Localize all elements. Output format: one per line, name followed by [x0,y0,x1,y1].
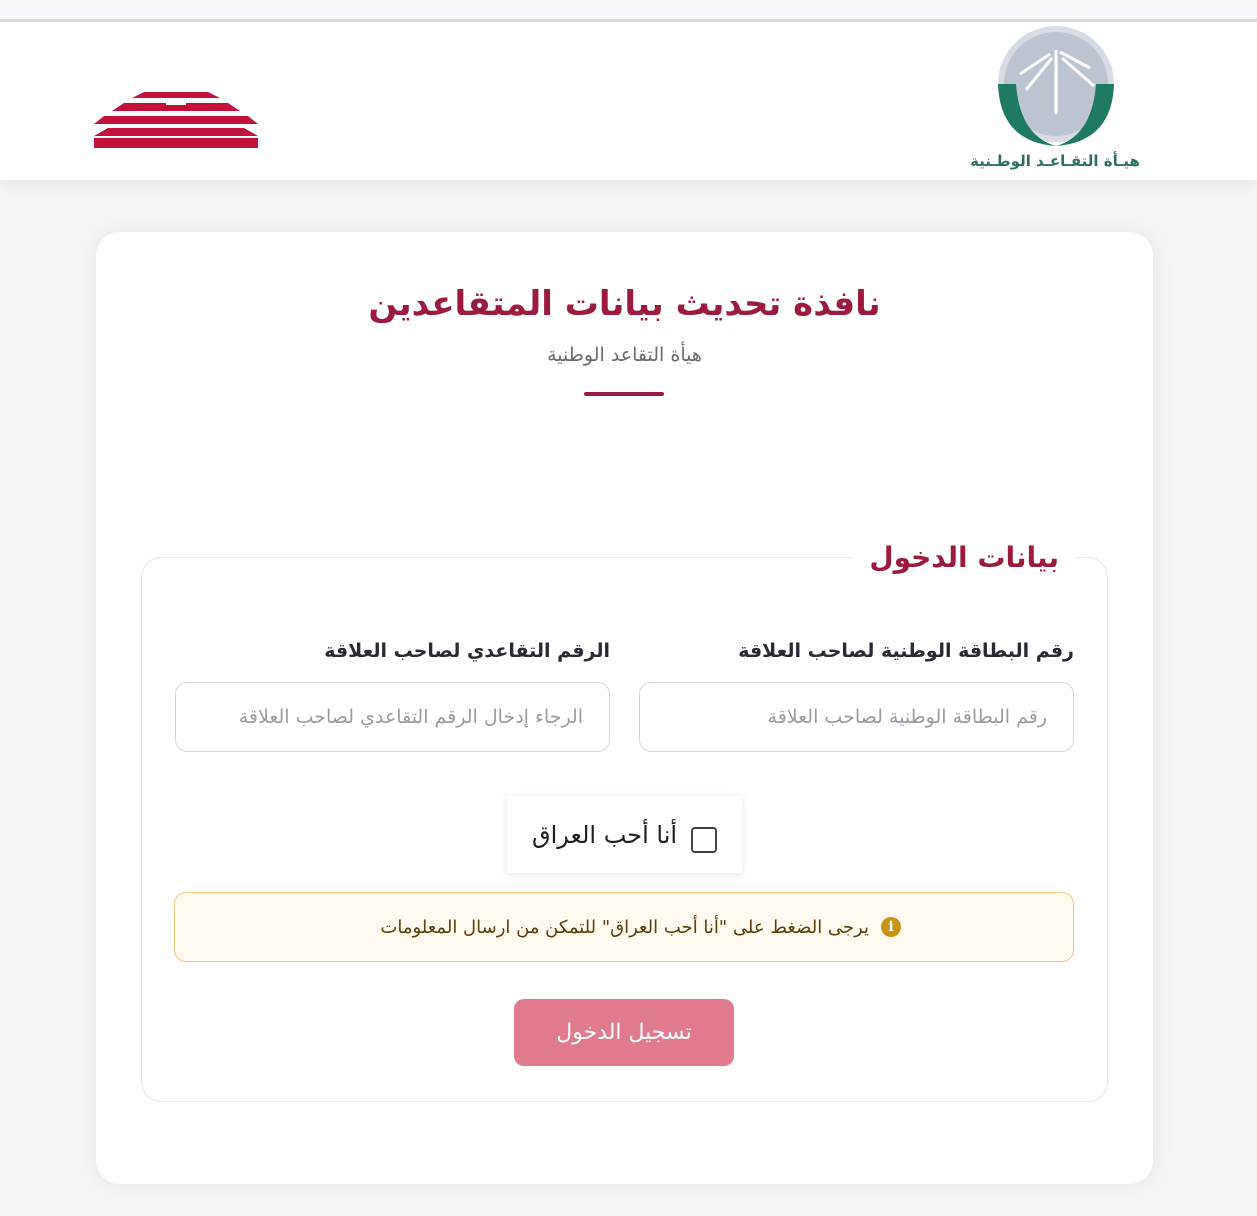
fieldset-legend: بيانات الدخول [851,536,1077,580]
consent-checkbox-container[interactable]: أنا أحب العراق [507,796,742,873]
login-fieldset: بيانات الدخول رقم البطاقة الوطنية لصاحب … [141,536,1108,1102]
info-alert: i يرجى الضغط على "أنا أحب العراق" للتمكن… [174,892,1074,962]
pyramid-logo-icon [94,92,258,154]
info-circle-icon: i [881,917,901,937]
retirement-number-input[interactable] [175,682,610,752]
national-id-label: رقم البطاقة الوطنية لصاحب العلاقة [738,640,1074,662]
alert-text: يرجى الضغط على "أنا أحب العراق" للتمكن م… [380,916,869,938]
logo-caption: هيـأة التقـاعـد الوطـنية [970,152,1140,170]
top-strip [0,0,1257,22]
title-divider [584,392,664,396]
retirement-number-label: الرقم التقاعدي لصاحب العلاقة [324,640,610,662]
site-header: هيـأة التقـاعـد الوطـنية [0,22,1257,180]
login-button[interactable]: تسجيل الدخول [514,999,734,1066]
national-id-input[interactable] [639,682,1074,752]
consent-checkbox[interactable] [691,826,718,853]
page-title: نافذة تحديث بيانات المتقاعدين [368,284,881,324]
consent-checkbox-label[interactable]: أنا أحب العراق [532,821,677,849]
login-card: نافذة تحديث بيانات المتقاعدين هيأة التقا… [96,232,1153,1184]
national-retirement-logo: هيـأة التقـاعـد الوطـنية [960,22,1150,178]
page-subtitle: هيأة التقاعد الوطنية [547,344,702,366]
